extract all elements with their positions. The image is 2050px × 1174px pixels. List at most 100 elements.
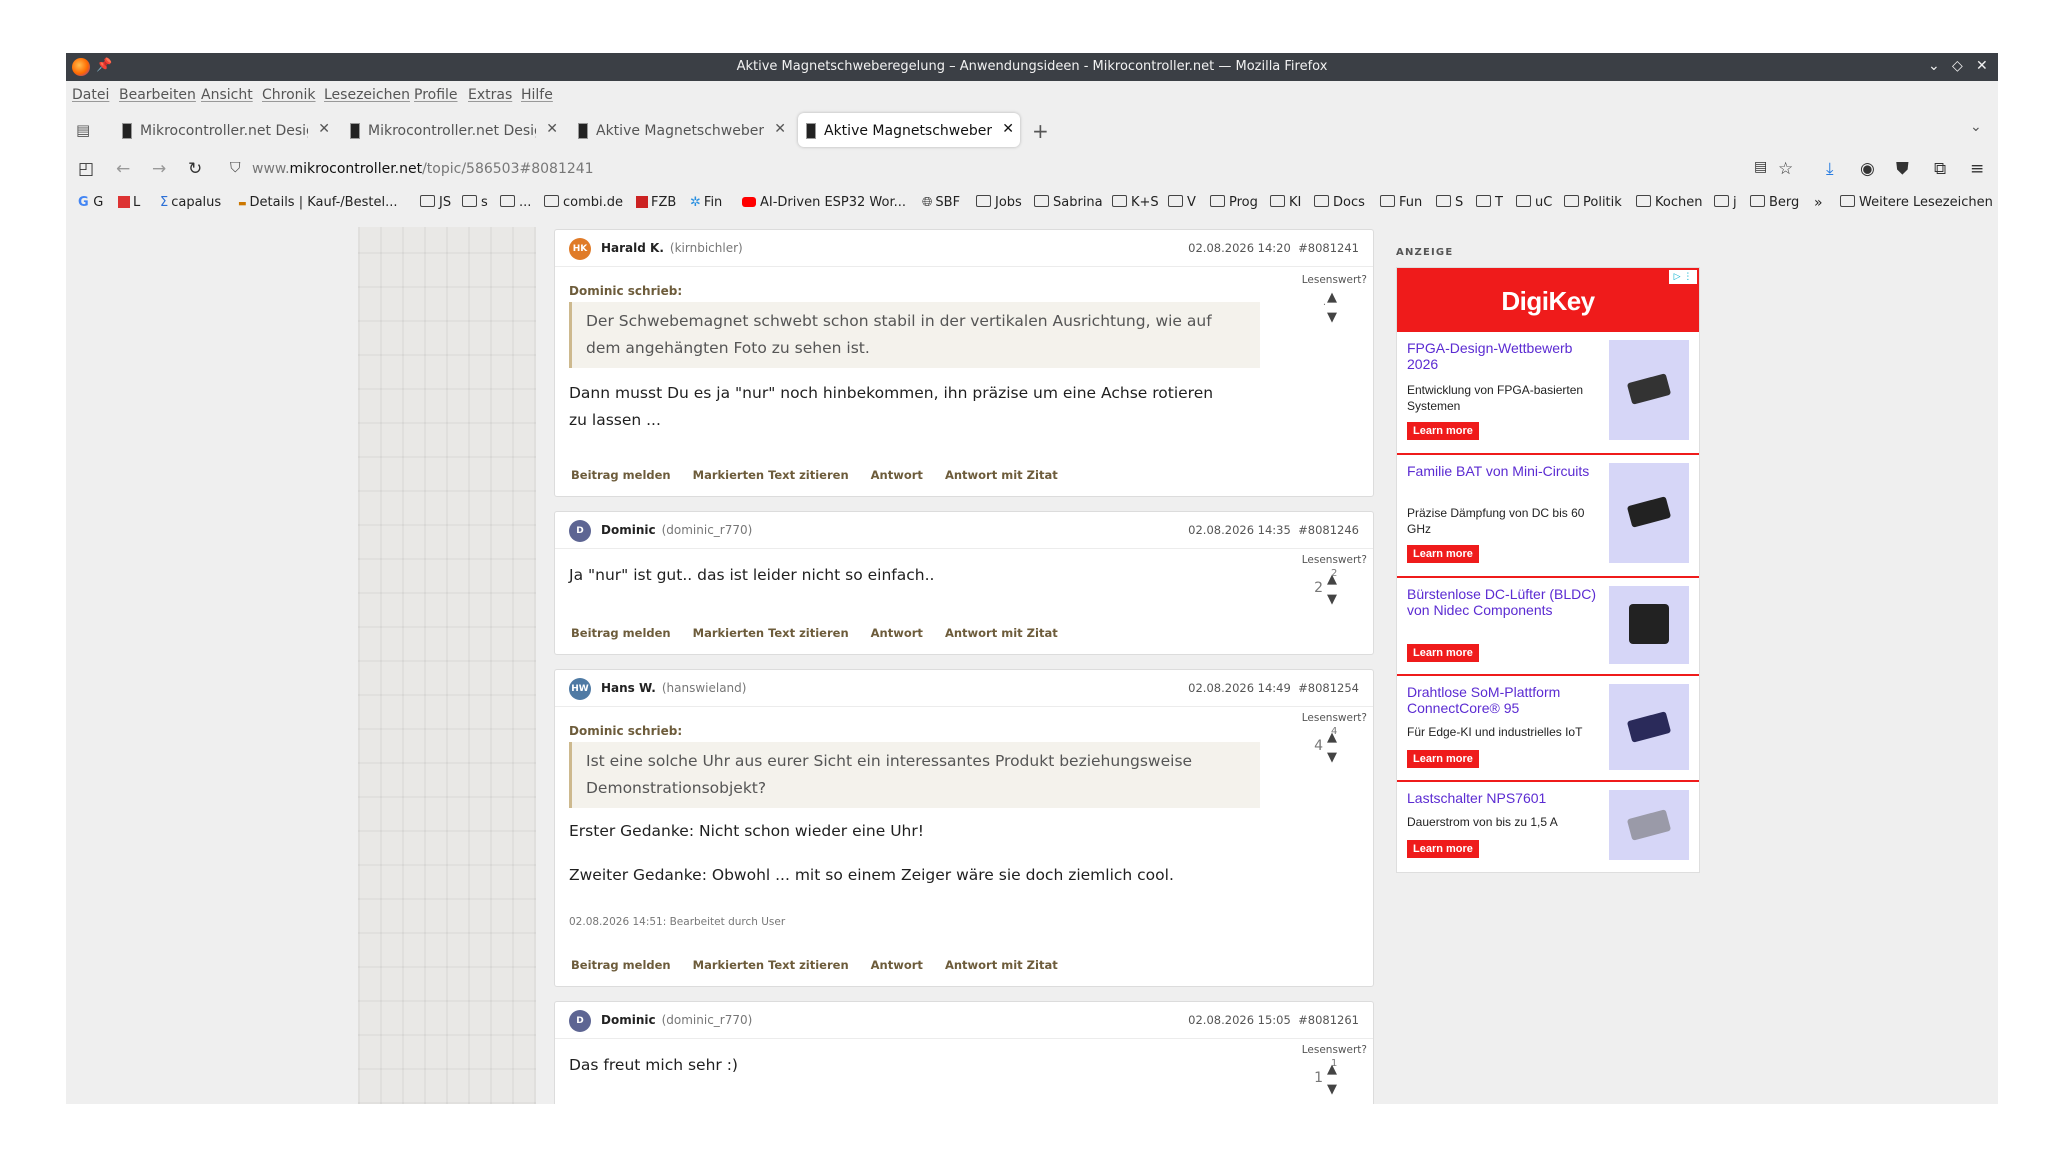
bookmark-youtube[interactable]: AI-Driven ESP32 Wor... [742,195,906,210]
close-window-icon[interactable]: ✕ [1976,58,1988,74]
bookmark-details[interactable]: ▬ Details | Kauf-/Bestel... [238,195,397,210]
menu-profile[interactable]: Profile [414,87,458,103]
post-date[interactable]: 02.08.2026 14:20 #8081241 [1188,241,1359,255]
bookmark-sbf[interactable]: 🌐︎ SBF [922,195,960,210]
reply-button[interactable]: Antwort [871,626,923,640]
ad-item[interactable]: Bürstenlose DC-Lüfter (BLDC) von Nidec C… [1397,578,1699,676]
bookmark-folder-prog[interactable]: Prog [1210,195,1258,210]
back-icon[interactable]: ← [116,159,130,179]
ad-item-title[interactable]: Lastschalter NPS7601 [1407,790,1597,806]
more-bookmarks-chevron-icon[interactable]: » [1814,195,1823,211]
ad-item-title[interactable]: Bürstenlose DC-Lüfter (BLDC) von Nidec C… [1407,586,1597,618]
learn-more-button[interactable]: Learn more [1407,644,1479,662]
bookmark-folder-s2[interactable]: S [1436,195,1463,210]
digikey-ad[interactable]: DigiKey ▷ ⋮ FPGA-Design-Wettbewerb 2026 … [1396,267,1700,873]
new-tab-icon[interactable]: + [1032,119,1049,143]
bookmark-l[interactable]: L [118,195,140,210]
bookmark-capalus[interactable]: Σcapalus [160,195,221,210]
reply-button[interactable]: Antwort [871,468,923,482]
sidebar-icon[interactable]: ◰ [78,159,94,179]
bookmark-folder-weitere[interactable]: Weitere Lesezeichen [1840,195,1993,210]
bookmark-folder-t[interactable]: T [1476,195,1503,210]
bookmark-folder-fun[interactable]: Fun [1380,195,1422,210]
downvote-icon[interactable]: ▼ [1327,750,1337,765]
ad-item-title[interactable]: FPGA-Design-Wettbewerb 2026 [1407,340,1597,372]
url-bar[interactable]: ⛉ www.mikrocontroller.net/topic/586503#8… [222,153,1822,185]
bookmark-folder-j[interactable]: j [1714,195,1737,210]
ad-item[interactable]: Lastschalter NPS7601 Dauerstrom von bis … [1397,782,1699,870]
bookmark-g[interactable]: G G [78,195,103,210]
downloads-icon[interactable]: ⤓ [1826,159,1834,179]
close-tab-icon[interactable]: ✕ [774,121,786,137]
downvote-icon[interactable]: ▼ [1327,1082,1337,1097]
menu-chronik[interactable]: Chronik [262,87,316,103]
post-date[interactable]: 02.08.2026 14:49 #8081254 [1188,681,1359,695]
post-author[interactable]: Dominic (dominic_r770) [601,1013,752,1027]
close-tab-icon[interactable]: ✕ [1002,121,1014,137]
bookmark-folder-kochen[interactable]: Kochen [1636,195,1702,210]
bookmark-folder-docs[interactable]: Docs [1314,195,1365,210]
bookmark-folder-s[interactable]: s [462,195,488,210]
bookmark-folder-sabrina[interactable]: Sabrina [1034,195,1103,210]
tracking-protection-icon[interactable]: ⛉ [230,160,241,176]
close-tab-icon[interactable]: ✕ [546,121,558,137]
reader-view-icon[interactable]: ▤ [1754,159,1767,175]
account-icon[interactable]: ◉ [1860,159,1875,179]
bookmark-folder-politik[interactable]: Politik [1564,195,1622,210]
bookmark-star-icon[interactable]: ☆ [1778,159,1793,179]
learn-more-button[interactable]: Learn more [1407,545,1479,563]
downvote-icon[interactable]: ▼ [1327,310,1337,325]
tab-4-active[interactable]: Aktive Magnetschweberegelung ✕ [798,113,1020,147]
bookmark-folder-ks[interactable]: K+S [1112,195,1159,210]
bookmark-folder-combi[interactable]: combi.de [544,195,623,210]
tab-1[interactable]: Mikrocontroller.net Design ✕ [114,113,336,147]
tab-2[interactable]: Mikrocontroller.net Design ✕ [342,113,564,147]
bookmark-folder-jobs[interactable]: Jobs [976,195,1022,210]
bookmark-folder-berg[interactable]: Berg [1750,195,1799,210]
menu-lesezeichen[interactable]: Lesezeichen [324,87,410,103]
list-tabs-icon[interactable]: ⌄ [1970,119,1982,135]
post-author[interactable]: Hans W. (hanswieland) [601,681,746,695]
ad-item[interactable]: Drahtlose SoM-Plattform ConnectCore® 95 … [1397,676,1699,782]
url-text[interactable]: www.mikrocontroller.net/topic/586503#808… [252,161,594,177]
maximize-icon[interactable]: ◇ [1952,58,1963,74]
quote-selected-button[interactable]: Markierten Text zitieren [693,626,849,640]
menu-extras[interactable]: Extras [468,87,512,103]
reply-with-quote-button[interactable]: Antwort mit Zitat [945,626,1058,640]
post-date[interactable]: 02.08.2026 15:05 #8081261 [1188,1013,1359,1027]
downvote-icon[interactable]: ▼ [1327,592,1337,607]
menu-datei[interactable]: Datei [72,87,109,103]
tab-3[interactable]: Aktive Magnetschweberegelung ✕ [570,113,792,147]
ad-item-title[interactable]: Familie BAT von Mini-Circuits [1407,463,1597,479]
forward-icon[interactable]: → [152,159,166,179]
bookmark-folder-v[interactable]: V [1168,195,1196,210]
upvote-icon[interactable]: ▲ [1327,290,1337,305]
bookmark-fin[interactable]: ✲ Fin [690,195,722,210]
report-post-button[interactable]: Beitrag melden [571,626,671,640]
app-menu-icon[interactable]: ≡ [1970,159,1984,179]
post-author[interactable]: Dominic (dominic_r770) [601,523,752,537]
menu-hilfe[interactable]: Hilfe [521,87,553,103]
close-tab-icon[interactable]: ✕ [318,121,330,137]
extensions-icon[interactable]: ⧉ [1934,159,1946,179]
menu-bearbeiten[interactable]: Bearbeiten [119,87,196,103]
learn-more-button[interactable]: Learn more [1407,422,1479,440]
bookmark-folder-js[interactable]: JS [420,195,451,210]
quote-selected-button[interactable]: Markierten Text zitieren [693,468,849,482]
quote-selected-button[interactable]: Markierten Text zitieren [693,958,849,972]
ad-header[interactable]: DigiKey ▷ ⋮ [1397,268,1699,332]
post-date[interactable]: 02.08.2026 14:35 #8081246 [1188,523,1359,537]
reload-icon[interactable]: ↻ [188,159,202,179]
post-author[interactable]: Harald K. (kirnbichler) [601,241,743,255]
adchoices-icon[interactable]: ▷ ⋮ [1669,270,1697,284]
menu-ansicht[interactable]: Ansicht [201,87,253,103]
bookmark-folder-dots[interactable]: ... [500,195,531,210]
tab-overview-icon[interactable]: ▤ [76,121,90,139]
report-post-button[interactable]: Beitrag melden [571,958,671,972]
reply-button[interactable]: Antwort [871,958,923,972]
ad-item[interactable]: FPGA-Design-Wettbewerb 2026 Entwicklung … [1397,332,1699,455]
ad-item-title[interactable]: Drahtlose SoM-Plattform ConnectCore® 95 [1407,684,1597,716]
bookmark-fzb[interactable]: FZB [636,195,676,210]
learn-more-button[interactable]: Learn more [1407,840,1479,858]
reply-with-quote-button[interactable]: Antwort mit Zitat [945,958,1058,972]
